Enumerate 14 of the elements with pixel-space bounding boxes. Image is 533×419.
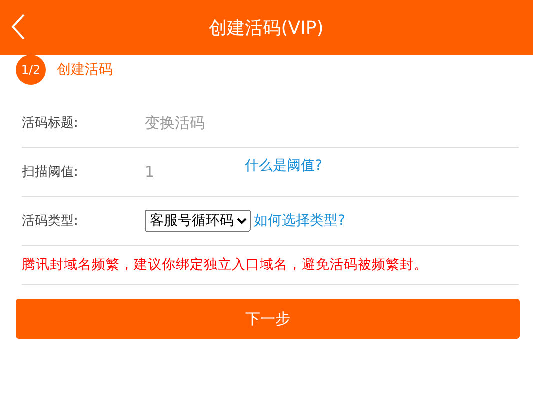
field-label: 活码类型: (22, 213, 80, 230)
warning-text: 腾讯封域名频繁，建议你绑定独立入口域名，避免活码被频繁封。 (22, 256, 428, 274)
back-icon[interactable] (10, 13, 26, 41)
next-button[interactable]: 下一步 (16, 299, 520, 339)
input-field[interactable]: 变换活码 (145, 114, 235, 132)
help-link[interactable]: 如何选择类型? (254, 212, 346, 230)
field-label: 活码标题: (22, 115, 80, 132)
step-label: 创建活码 (57, 61, 113, 79)
field-label: 扫描阈值: (22, 164, 80, 181)
step-badge: 1/2 (16, 55, 46, 85)
type-dropdown[interactable]: 客服号循环码 (145, 210, 251, 232)
help-link[interactable]: 什么是阈值? (245, 157, 322, 175)
page-title: 创建活码(VIP) (209, 16, 324, 40)
input-field[interactable]: 1 (145, 163, 235, 181)
